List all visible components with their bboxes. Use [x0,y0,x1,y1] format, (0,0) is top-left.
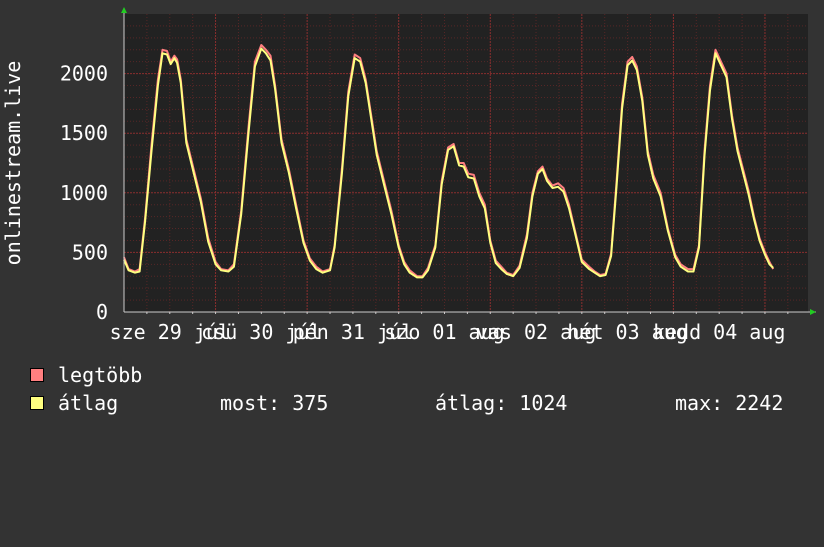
stat-average: átlag: 1024 [435,391,568,415]
legend-label-legtobb: legtöbb [58,363,143,387]
legend-label-atlag: átlag [58,391,119,415]
legend-swatch-legtobb [30,368,44,382]
y-tick-label: 1500 [60,121,108,145]
x-tick-label: kedd 04 aug [653,320,785,344]
y-tick-label: 1000 [60,181,108,205]
legend-row-atlag: átlag most: 375 átlag: 1024 max: 2242 [30,392,810,414]
y-axis-title: onlinestream.live [1,61,25,266]
chart-root: 0 500 1000 1500 2000 sze 29 júl csü 30 júl pén … [0,0,824,430]
legend-swatch-atlag [30,396,44,410]
y-axis-arrow [121,7,127,13]
y-tick-label: 0 [96,300,108,324]
y-tick-label: 2000 [60,62,108,86]
legend-row-legtobb: legtöbb [30,364,142,386]
plot-area [124,14,808,312]
stat-maximum: max: 2242 [675,391,784,415]
stat-current: most: 375 [220,391,329,415]
x-axis-arrow [810,309,816,315]
y-tick-label: 500 [72,240,108,264]
